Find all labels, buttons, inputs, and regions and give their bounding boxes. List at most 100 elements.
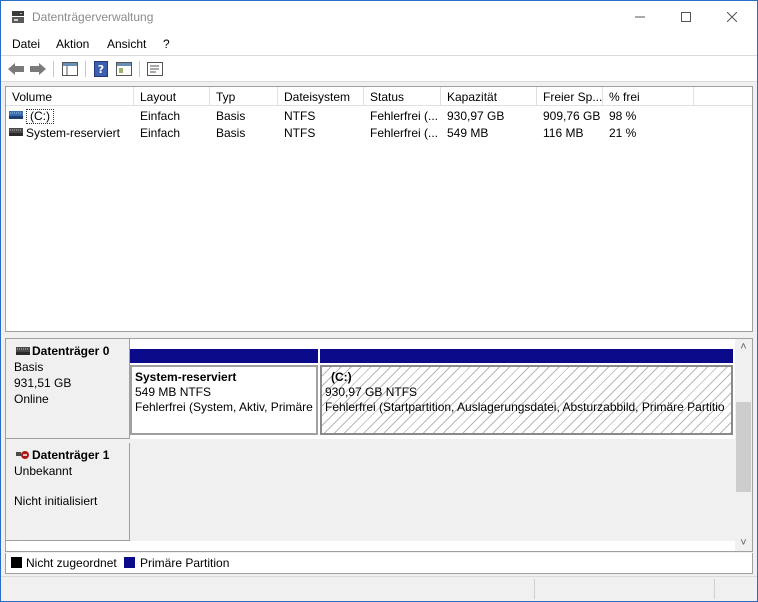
- cell-volume: (C:): [26, 109, 54, 124]
- cell-freier-speicher: 909,76 GB: [543, 109, 601, 123]
- primary-partition-bar: [130, 349, 318, 363]
- menu-ansicht[interactable]: Ansicht: [107, 37, 146, 51]
- cell-freier-speicher: 116 MB: [543, 126, 584, 140]
- toolbar: ?: [1, 55, 757, 82]
- column-header-layout[interactable]: Layout: [134, 87, 210, 106]
- partition-size: 930,97 GB NTFS: [325, 385, 418, 399]
- disk-1-name: Datenträger 1: [32, 448, 110, 462]
- back-icon: [8, 63, 24, 75]
- menu-datei[interactable]: Datei: [12, 37, 40, 51]
- disk-graphical-view: Datenträger 0 Basis 931,51 GB Online Sys…: [5, 338, 753, 552]
- menu-aktion[interactable]: Aktion: [56, 37, 89, 51]
- volume-drive-icon: [9, 111, 23, 119]
- disk-management-app-icon: [12, 11, 24, 23]
- minimize-icon: [635, 16, 645, 18]
- menu-bar: Datei Aktion Ansicht ?: [1, 33, 757, 55]
- legend-swatch-primary: [124, 557, 135, 568]
- help-icon: ?: [94, 61, 108, 77]
- cell-kapazitaet: 930,97 GB: [447, 109, 505, 123]
- partition-name: System-reserviert: [135, 370, 237, 384]
- close-button[interactable]: [709, 1, 755, 33]
- scrollbar-thumb[interactable]: [736, 402, 751, 492]
- disk-divider: [6, 439, 736, 443]
- cell-layout: Einfach: [140, 126, 181, 140]
- back-button[interactable]: [6, 60, 26, 78]
- scroll-up-button[interactable]: ˄: [735, 339, 752, 355]
- partition-status: Fehlerfrei (Startpartition, Auslagerungs…: [325, 400, 725, 414]
- disk-not-initialized-icon: [16, 451, 29, 459]
- disk-1-area[interactable]: [130, 443, 736, 541]
- window-title: Datenträgerverwaltung: [32, 10, 154, 24]
- disk-0-label[interactable]: Datenträger 0 Basis 931,51 GB Online: [6, 339, 130, 439]
- column-header-prozent-frei[interactable]: % frei: [603, 87, 694, 106]
- settings-list-icon: [147, 62, 163, 76]
- console-view-button[interactable]: [114, 60, 134, 78]
- cell-typ: Basis: [216, 109, 246, 123]
- close-icon: [727, 12, 737, 22]
- disk-management-window: Datenträgerverwaltung Datei Aktion Ansic…: [0, 0, 758, 602]
- partition-body: (C:) 930,97 GB NTFS Fehlerfrei (Startpar…: [320, 365, 733, 435]
- column-header-typ[interactable]: Typ: [210, 87, 278, 106]
- legend: Nicht zugeordnet Primäre Partition: [5, 553, 753, 574]
- column-header-volume[interactable]: Volume: [6, 87, 134, 106]
- column-header-freier-speicher[interactable]: Freier Sp...: [537, 87, 603, 106]
- volume-list: Volume Layout Typ Dateisystem Status Kap…: [5, 86, 753, 332]
- legend-label-primary: Primäre Partition: [140, 556, 230, 570]
- cell-layout: Einfach: [140, 109, 181, 123]
- cell-status: Fehlerfrei (...: [370, 126, 439, 140]
- minimize-button[interactable]: [617, 1, 663, 33]
- status-bar: [1, 576, 757, 601]
- column-header-dateisystem[interactable]: Dateisystem: [278, 87, 364, 106]
- disk-1-label[interactable]: Datenträger 1 Unbekannt Nicht initialisi…: [6, 443, 130, 541]
- disk-1-spacer: [14, 479, 129, 493]
- maximize-button[interactable]: [663, 1, 709, 33]
- show-hide-console-tree-button[interactable]: [60, 60, 80, 78]
- partition-size: 549 MB NTFS: [135, 385, 212, 399]
- disk-0-size: 931,51 GB: [14, 376, 72, 390]
- cell-prozent-frei: 98 %: [609, 109, 637, 123]
- disk-0-type: Basis: [14, 360, 44, 374]
- console-view-icon: [116, 62, 132, 76]
- table-row[interactable]: System-reserviert Einfach Basis NTFS Feh…: [6, 124, 752, 141]
- svg-text:?: ?: [98, 63, 104, 76]
- legend-label-unallocated: Nicht zugeordnet: [26, 556, 117, 570]
- disk-1-type: Unbekannt: [14, 464, 73, 478]
- partition-c[interactable]: (C:) 930,97 GB NTFS Fehlerfrei (Startpar…: [320, 349, 733, 435]
- settings-button[interactable]: [145, 60, 165, 78]
- scroll-down-button[interactable]: ˅: [735, 535, 752, 551]
- vertical-scrollbar[interactable]: ˄ ˅: [735, 339, 752, 551]
- partition-status: Fehlerfrei (System, Aktiv, Primäre: [135, 400, 313, 414]
- menu-help[interactable]: ?: [163, 37, 170, 51]
- title-bar: Datenträgerverwaltung: [1, 1, 757, 33]
- status-segment: [534, 579, 714, 599]
- properties-pane-icon: [62, 62, 78, 76]
- disk-0-name: Datenträger 0: [32, 344, 110, 358]
- help-button[interactable]: ?: [91, 60, 111, 78]
- table-row[interactable]: (C:) Einfach Basis NTFS Fehlerfrei (... …: [6, 107, 752, 124]
- forward-button[interactable]: [28, 60, 48, 78]
- partition-body: System-reserviert 549 MB NTFS Fehlerfrei…: [130, 365, 318, 435]
- toolbar-separator: [85, 61, 86, 77]
- cell-typ: Basis: [216, 126, 246, 140]
- toolbar-separator: [53, 61, 54, 77]
- forward-icon: [30, 63, 46, 75]
- column-header-status[interactable]: Status: [364, 87, 441, 106]
- disk-0-state: Online: [14, 392, 49, 406]
- primary-partition-bar: [320, 349, 733, 363]
- disk-1-state: Nicht initialisiert: [14, 494, 98, 508]
- volume-drive-icon: [9, 128, 23, 136]
- partition-system-reserviert[interactable]: System-reserviert 549 MB NTFS Fehlerfrei…: [130, 349, 318, 435]
- cell-dateisystem: NTFS: [284, 126, 316, 140]
- toolbar-separator: [139, 61, 140, 77]
- cell-status: Fehlerfrei (...: [370, 109, 439, 123]
- cell-dateisystem: NTFS: [284, 109, 316, 123]
- maximize-icon: [681, 12, 691, 22]
- disk-icon: [16, 347, 30, 355]
- column-header-filler: [694, 87, 752, 106]
- cell-prozent-frei: 21 %: [609, 126, 637, 140]
- column-header-kapazitaet[interactable]: Kapazität: [441, 87, 537, 106]
- legend-swatch-unallocated: [11, 557, 22, 568]
- cell-volume: System-reserviert: [26, 126, 121, 140]
- cell-kapazitaet: 549 MB: [447, 126, 489, 140]
- partition-name: (C:): [331, 370, 352, 384]
